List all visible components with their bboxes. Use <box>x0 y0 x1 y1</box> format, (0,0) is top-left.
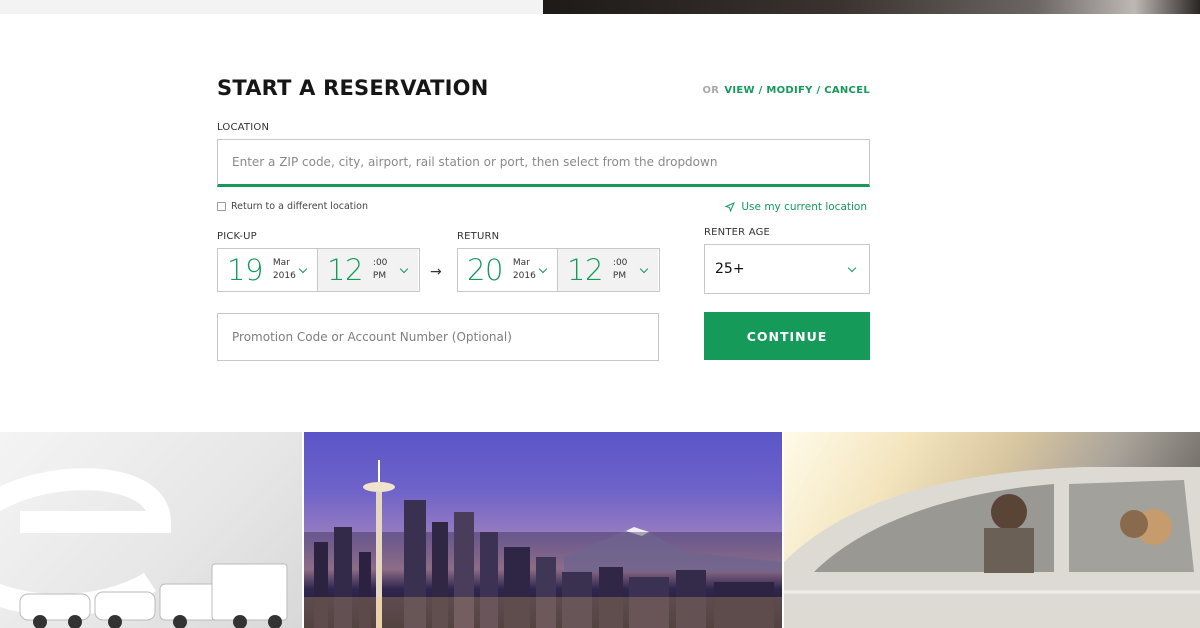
return-year: 2016 <box>512 271 536 281</box>
return-hour: 12 <box>567 252 603 287</box>
return-label: RETURN <box>457 231 500 242</box>
chevron-down-icon <box>399 264 409 274</box>
top-banner-left <box>0 0 543 14</box>
modify-reservation: OR VIEW / MODIFY / CANCEL <box>703 85 871 96</box>
renter-age-value: 25+ <box>715 261 745 277</box>
chevron-down-icon <box>847 263 857 273</box>
location-arrow-icon <box>725 202 736 212</box>
top-banner-image <box>543 0 1200 14</box>
or-text: OR <box>702 85 720 96</box>
use-current-location-label: Use my current location <box>741 201 867 213</box>
pickup-minutes-ampm: :00 PM <box>373 257 387 283</box>
pickup-minutes: :00 <box>372 258 388 268</box>
return-different-label: Return to a different location <box>231 201 369 212</box>
pickup-day: 19 <box>227 252 263 287</box>
pickup-month-year: Mar 2016 <box>273 257 296 283</box>
return-different-location[interactable]: Return to a different location <box>217 201 368 212</box>
friends-in-car-image[interactable] <box>784 432 1200 628</box>
return-month-year: Mar 2016 <box>513 257 536 283</box>
return-datetime: 20 Mar 2016 12 :00 PM <box>457 248 660 292</box>
pickup-year: 2016 <box>272 271 296 281</box>
chevron-down-icon <box>538 264 548 274</box>
pickup-month: Mar <box>272 258 290 268</box>
location-label: LOCATION <box>217 122 270 133</box>
return-day: 20 <box>467 252 503 287</box>
use-current-location-link[interactable]: Use my current location <box>725 201 867 213</box>
return-ampm: PM <box>612 271 627 281</box>
pickup-time-select[interactable]: 12 :00 PM <box>318 249 418 291</box>
chevron-down-icon <box>639 264 649 274</box>
pickup-hour: 12 <box>327 252 363 287</box>
page-title: START A RESERVATION <box>217 76 489 100</box>
return-different-checkbox[interactable] <box>217 202 226 211</box>
return-date-select[interactable]: 20 Mar 2016 <box>458 249 558 291</box>
arrow-right-icon: → <box>430 264 442 280</box>
return-minutes-ampm: :00 PM <box>613 257 627 283</box>
promo-code-input[interactable] <box>217 313 659 361</box>
return-minutes: :00 <box>612 258 628 268</box>
chevron-down-icon <box>298 264 308 274</box>
continue-button[interactable]: CONTINUE <box>704 312 870 360</box>
location-input[interactable] <box>217 139 870 187</box>
pickup-label: PICK-UP <box>217 231 257 242</box>
page: START A RESERVATION OR VIEW / MODIFY / CA… <box>0 0 1200 628</box>
reservation-form: START A RESERVATION OR VIEW / MODIFY / CA… <box>217 74 870 374</box>
fleet-promo-image[interactable] <box>0 432 302 628</box>
pickup-date-select[interactable]: 19 Mar 2016 <box>218 249 318 291</box>
seattle-skyline-image[interactable] <box>304 432 782 628</box>
renter-age-select[interactable]: 25+ <box>704 244 870 294</box>
return-time-select[interactable]: 12 :00 PM <box>558 249 658 291</box>
city-skyline-image <box>304 460 782 628</box>
renter-age-label: RENTER AGE <box>704 227 771 238</box>
enterprise-logo-image <box>0 468 288 628</box>
view-modify-cancel-link[interactable]: VIEW / MODIFY / CANCEL <box>724 85 870 96</box>
pickup-ampm: PM <box>372 271 387 281</box>
return-month: Mar <box>512 258 530 268</box>
pickup-datetime: 19 Mar 2016 12 :00 PM <box>217 248 420 292</box>
car-photo <box>784 467 1200 628</box>
